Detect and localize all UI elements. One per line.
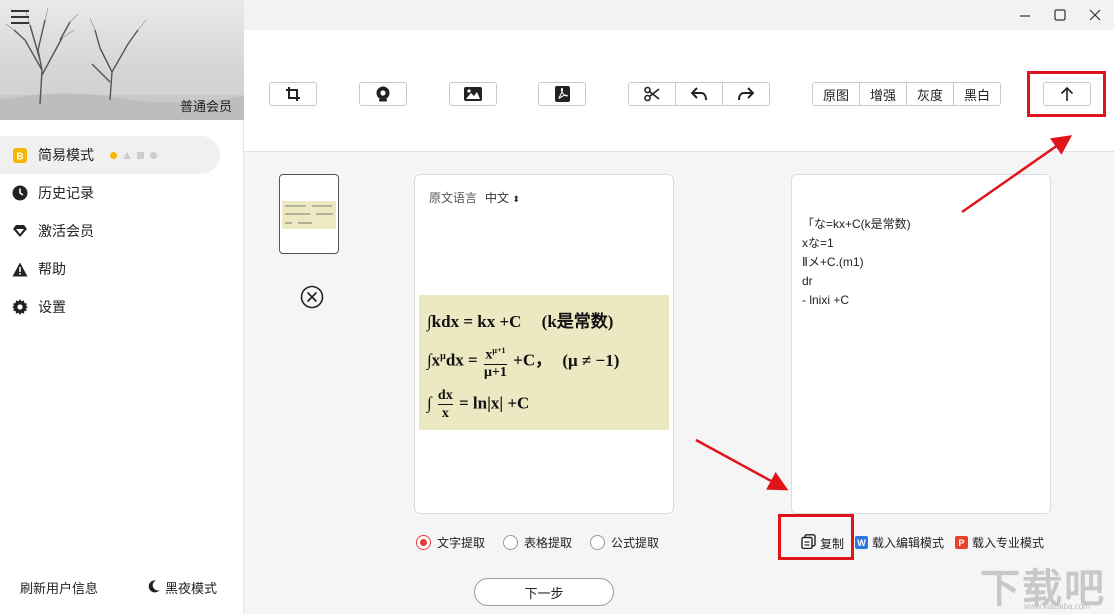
b-badge-icon: B bbox=[12, 147, 28, 163]
member-banner: 普通会员 bbox=[0, 0, 244, 120]
copy-icon bbox=[801, 534, 816, 552]
next-step-button[interactable]: 下一步 bbox=[474, 578, 614, 606]
sidebar-item-label: 历史记录 bbox=[38, 185, 94, 201]
gear-icon bbox=[12, 299, 28, 315]
source-image-panel: 原文语言 中文 ⬍ ∫kdx = kx +C (k是常数) ∫xμdx = xμ… bbox=[414, 174, 674, 514]
copy-button[interactable]: 复制 bbox=[801, 534, 844, 552]
camera-button[interactable] bbox=[359, 82, 407, 106]
source-language-label: 原文语言 bbox=[429, 191, 478, 205]
formula-image: ∫kdx = kx +C (k是常数) ∫xμdx = xμ+1 μ+1 +C，… bbox=[419, 295, 669, 430]
pdf-button[interactable] bbox=[538, 82, 586, 106]
circle-close-icon bbox=[300, 285, 324, 309]
arrow-to-copy bbox=[695, 438, 789, 491]
moon-icon bbox=[148, 579, 160, 596]
member-level-label: 普通会员 bbox=[179, 99, 232, 114]
sidebar-item-label: 简易模式 bbox=[38, 147, 94, 163]
radio-label: 公式提取 bbox=[611, 536, 660, 550]
load-pro-mode-button[interactable]: P 载入专业模式 bbox=[955, 534, 1044, 551]
delete-page-button[interactable] bbox=[300, 285, 324, 309]
sidebar-item-easy-mode[interactable]: B 简易模式 bbox=[0, 136, 220, 174]
sort-arrows-icon: ⬍ bbox=[512, 194, 520, 204]
sidebar-item-history[interactable]: 历史记录 bbox=[0, 174, 220, 212]
refresh-user-info-link[interactable]: 刷新用户信息 bbox=[20, 578, 98, 597]
undo-icon bbox=[691, 87, 707, 101]
scissors-icon bbox=[644, 86, 660, 102]
word-icon: W bbox=[855, 536, 868, 549]
mode-indicator bbox=[110, 151, 157, 159]
radio-circle bbox=[590, 535, 605, 550]
crop-button[interactable] bbox=[269, 82, 317, 106]
sidebar-item-help[interactable]: 帮助 bbox=[0, 250, 220, 288]
filter-grayscale-button[interactable]: 灰度 bbox=[907, 83, 954, 105]
filter-original-button[interactable]: 原图 bbox=[813, 83, 860, 105]
close-icon[interactable] bbox=[1088, 8, 1102, 22]
upload-arrow-icon bbox=[1060, 86, 1074, 101]
sidebar-item-activate-member[interactable]: 激活会员 bbox=[0, 212, 220, 250]
sidebar-item-label: 帮助 bbox=[38, 261, 66, 277]
cut-button[interactable] bbox=[629, 83, 676, 105]
radio-circle bbox=[416, 535, 431, 550]
formula-line-3: ∫ dx x = ln|x| +C bbox=[427, 388, 530, 421]
crop-icon bbox=[286, 87, 300, 101]
redo-button[interactable] bbox=[723, 83, 769, 105]
image-button[interactable] bbox=[449, 82, 497, 106]
page-thumbnail[interactable] bbox=[279, 174, 339, 254]
sidebar-item-label: 设置 bbox=[38, 299, 66, 315]
source-language: 原文语言 中文 ⬍ bbox=[429, 189, 520, 206]
sidebar: 普通会员 B 简易模式 历史记录 激活会员 帮助 设置 刷新用户信息 黑夜模式 bbox=[0, 0, 244, 614]
radio-label: 表格提取 bbox=[524, 536, 573, 550]
load-edit-mode-button[interactable]: W 载入编辑模式 bbox=[855, 534, 944, 551]
radio-table-extract[interactable]: 表格提取 bbox=[503, 534, 572, 551]
radio-text-extract[interactable]: 文字提取 bbox=[416, 534, 485, 551]
night-mode-label: 黑夜模式 bbox=[165, 581, 218, 596]
image-icon bbox=[464, 87, 482, 101]
help-warning-icon bbox=[12, 261, 28, 277]
load-edit-mode-label: 载入编辑模式 bbox=[872, 536, 945, 550]
filter-enhance-button[interactable]: 增强 bbox=[860, 83, 907, 105]
undo-button[interactable] bbox=[676, 83, 723, 105]
load-pro-mode-label: 载入专业模式 bbox=[972, 536, 1045, 550]
formula-line-1: ∫kdx = kx +C (k是常数) bbox=[427, 312, 614, 331]
thumbnail-image bbox=[282, 201, 336, 229]
pdf-icon bbox=[554, 86, 570, 102]
diamond-icon bbox=[12, 223, 28, 239]
minimize-icon[interactable] bbox=[1018, 8, 1032, 22]
radio-label: 文字提取 bbox=[437, 536, 486, 550]
maximize-icon[interactable] bbox=[1053, 8, 1067, 22]
copy-label: 复制 bbox=[820, 536, 845, 551]
sidebar-item-settings[interactable]: 设置 bbox=[0, 288, 220, 326]
toolbar: 原图 增强 灰度 黑白 bbox=[244, 30, 1114, 152]
window-titlebar bbox=[244, 0, 1114, 30]
ppt-icon: P bbox=[955, 536, 968, 549]
formula-line-2: ∫xμdx = xμ+1 μ+1 +C， (μ ≠ −1) bbox=[427, 343, 619, 381]
night-mode-toggle[interactable]: 黑夜模式 bbox=[148, 578, 217, 597]
site-watermark: 下载吧 www.xiazaiba.com bbox=[980, 567, 1106, 611]
upload-button[interactable] bbox=[1043, 82, 1091, 106]
source-language-select[interactable]: 中文 ⬍ bbox=[485, 189, 520, 206]
menu-icon[interactable] bbox=[11, 10, 29, 26]
result-text-panel[interactable]: 「な=kx+C(k是常数) xな=1 Ⅱメ+C.(m1) dr - lnixi … bbox=[791, 174, 1051, 514]
svg-text:B: B bbox=[16, 151, 23, 162]
redo-icon bbox=[738, 87, 754, 101]
radio-circle bbox=[503, 535, 518, 550]
clock-icon bbox=[12, 185, 28, 201]
recognized-text[interactable]: 「な=kx+C(k是常数) xな=1 Ⅱメ+C.(m1) dr - lnixi … bbox=[802, 215, 911, 310]
radio-formula-extract[interactable]: 公式提取 bbox=[590, 534, 659, 551]
sidebar-item-label: 激活会员 bbox=[38, 223, 94, 239]
camera-icon bbox=[376, 86, 390, 102]
edit-tools-group bbox=[628, 82, 770, 106]
image-filter-group: 原图 增强 灰度 黑白 bbox=[812, 82, 1001, 106]
filter-black-white-button[interactable]: 黑白 bbox=[954, 83, 1000, 105]
